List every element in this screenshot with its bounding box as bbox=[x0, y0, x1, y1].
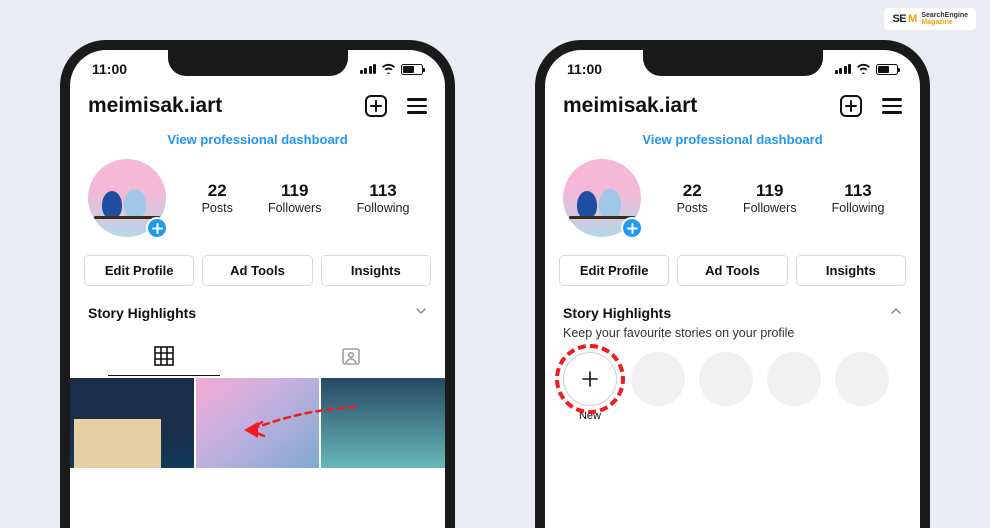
battery-icon bbox=[401, 64, 423, 75]
highlight-placeholder bbox=[835, 352, 889, 406]
post-thumb[interactable] bbox=[196, 378, 320, 468]
story-highlights-title: Story Highlights bbox=[88, 305, 196, 321]
watermark-se: SE bbox=[892, 13, 906, 25]
profile-topbar: meimisak.iart bbox=[545, 88, 920, 126]
phone-right: 11:00 meimisak.iart View professional da… bbox=[535, 40, 930, 528]
create-post-button[interactable] bbox=[365, 95, 387, 117]
chevron-down-icon bbox=[415, 304, 427, 322]
new-highlight-button[interactable]: New bbox=[563, 352, 617, 422]
status-time: 11:00 bbox=[567, 61, 602, 77]
battery-icon bbox=[876, 64, 898, 75]
tab-grid[interactable] bbox=[70, 336, 258, 376]
profile-header: 22 Posts 119 Followers 113 Following bbox=[545, 159, 920, 249]
status-time: 11:00 bbox=[92, 61, 127, 77]
insights-button[interactable]: Insights bbox=[321, 255, 431, 286]
profile-topbar: meimisak.iart bbox=[70, 88, 445, 126]
phone-notch bbox=[643, 48, 823, 76]
stat-following[interactable]: 113 Following bbox=[357, 181, 410, 215]
post-thumb[interactable] bbox=[321, 378, 445, 468]
chevron-up-icon bbox=[890, 304, 902, 322]
highlight-placeholder bbox=[767, 352, 821, 406]
wifi-icon bbox=[381, 61, 396, 77]
watermark-sub: SearchEngine Magazine bbox=[921, 12, 968, 26]
highlight-placeholder bbox=[699, 352, 753, 406]
profile-actions: Edit Profile Ad Tools Insights bbox=[545, 249, 920, 294]
create-post-button[interactable] bbox=[840, 95, 862, 117]
stat-followers[interactable]: 119 Followers bbox=[743, 181, 797, 215]
profile-tabs bbox=[70, 336, 445, 376]
avatar[interactable] bbox=[563, 159, 641, 237]
signal-icon bbox=[360, 64, 377, 74]
insights-button[interactable]: Insights bbox=[796, 255, 906, 286]
phone-notch bbox=[168, 48, 348, 76]
menu-button[interactable] bbox=[407, 98, 427, 113]
profile-stats: 22 Posts 119 Followers 113 Following bbox=[184, 181, 427, 215]
stat-followers[interactable]: 119 Followers bbox=[268, 181, 322, 215]
profile-stats: 22 Posts 119 Followers 113 Following bbox=[659, 181, 902, 215]
phone-left: 11:00 meimisak.iart View professional da… bbox=[60, 40, 455, 528]
post-grid bbox=[70, 376, 445, 468]
profile-actions: Edit Profile Ad Tools Insights bbox=[70, 249, 445, 294]
edit-profile-button[interactable]: Edit Profile bbox=[84, 255, 194, 286]
add-story-icon[interactable] bbox=[146, 217, 168, 239]
profile-username[interactable]: meimisak.iart bbox=[563, 94, 697, 118]
edit-profile-button[interactable]: Edit Profile bbox=[559, 255, 669, 286]
stat-posts[interactable]: 22 Posts bbox=[677, 181, 708, 215]
story-highlights-title: Story Highlights bbox=[563, 305, 671, 321]
professional-dashboard-link[interactable]: View professional dashboard bbox=[545, 126, 920, 159]
menu-button[interactable] bbox=[882, 98, 902, 113]
profile-header: 22 Posts 119 Followers 113 Following bbox=[70, 159, 445, 249]
add-story-icon[interactable] bbox=[621, 217, 643, 239]
grid-icon bbox=[154, 346, 174, 366]
stat-following[interactable]: 113 Following bbox=[832, 181, 885, 215]
tagged-icon bbox=[341, 346, 361, 366]
highlight-placeholder bbox=[631, 352, 685, 406]
story-highlights-subtitle: Keep your favourite stories on your prof… bbox=[545, 326, 920, 348]
stat-posts[interactable]: 22 Posts bbox=[202, 181, 233, 215]
ad-tools-button[interactable]: Ad Tools bbox=[202, 255, 312, 286]
watermark-badge: SEM SearchEngine Magazine bbox=[884, 8, 976, 30]
signal-icon bbox=[835, 64, 852, 74]
story-highlights-toggle[interactable]: Story Highlights bbox=[70, 294, 445, 326]
highlights-row: New bbox=[545, 348, 920, 424]
post-thumb[interactable] bbox=[70, 378, 194, 468]
plus-icon bbox=[580, 369, 600, 389]
profile-username[interactable]: meimisak.iart bbox=[88, 94, 222, 118]
tab-tagged[interactable] bbox=[258, 336, 446, 376]
ad-tools-button[interactable]: Ad Tools bbox=[677, 255, 787, 286]
watermark-m: M bbox=[908, 13, 917, 25]
wifi-icon bbox=[856, 61, 871, 77]
story-highlights-toggle[interactable]: Story Highlights bbox=[545, 294, 920, 326]
avatar[interactable] bbox=[88, 159, 166, 237]
professional-dashboard-link[interactable]: View professional dashboard bbox=[70, 126, 445, 159]
new-highlight-label: New bbox=[579, 410, 601, 422]
